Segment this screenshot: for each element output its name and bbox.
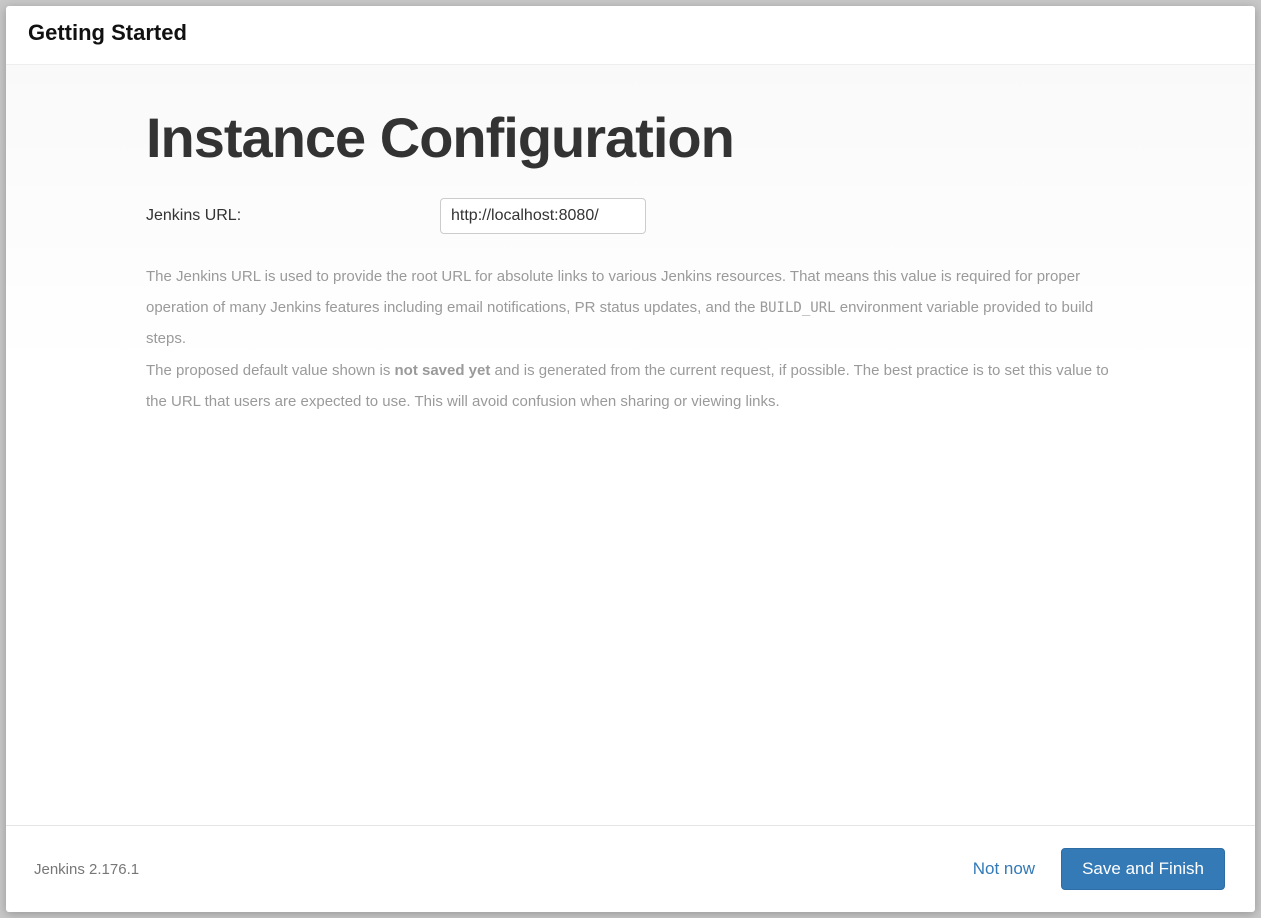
help-bold: not saved yet: [395, 362, 491, 379]
jenkins-url-row: Jenkins URL:: [146, 198, 1115, 234]
help-text: The Jenkins URL is used to provide the r…: [146, 262, 1115, 418]
modal-body: Instance Configuration Jenkins URL: The …: [6, 65, 1255, 825]
jenkins-url-input[interactable]: [440, 198, 646, 234]
modal-footer: Jenkins 2.176.1 Not now Save and Finish: [6, 825, 1255, 912]
setup-wizard-modal: Getting Started Instance Configuration J…: [6, 6, 1255, 912]
help-paragraph-1: The Jenkins URL is used to provide the r…: [146, 262, 1115, 354]
modal-header: Getting Started: [6, 6, 1255, 65]
header-title: Getting Started: [28, 20, 1233, 46]
page-title: Instance Configuration: [146, 105, 1115, 170]
help-text-segment: The proposed default value shown is: [146, 362, 395, 379]
save-and-finish-button[interactable]: Save and Finish: [1061, 848, 1225, 890]
help-paragraph-2: The proposed default value shown is not …: [146, 356, 1115, 418]
help-code: BUILD_URL: [760, 300, 836, 316]
version-label: Jenkins 2.176.1: [34, 861, 139, 878]
jenkins-url-label: Jenkins URL:: [146, 207, 440, 225]
not-now-button[interactable]: Not now: [955, 849, 1053, 889]
